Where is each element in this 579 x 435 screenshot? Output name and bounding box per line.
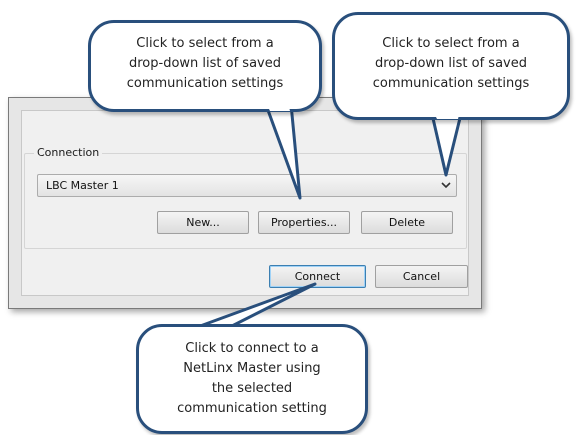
callout-line: drop-down list of saved	[129, 56, 281, 71]
connect-button[interactable]: Connect	[269, 265, 366, 288]
callout-line: NetLinx Master using	[183, 361, 321, 376]
properties-button[interactable]: Properties...	[258, 211, 350, 234]
chevron-down-icon	[441, 182, 451, 189]
callout-line: drop-down list of saved	[375, 56, 527, 71]
callout-line: Click to select from a	[382, 36, 520, 51]
connection-group-label: Connection	[34, 146, 103, 159]
callout-line: communication settings	[126, 76, 284, 91]
connection-dropdown[interactable]: LBC Master 1	[37, 174, 457, 197]
connection-dropdown-value: LBC Master 1	[46, 179, 119, 192]
callout-line: Click to connect to a	[185, 341, 319, 356]
right-callout: Click to select from a drop-down list of…	[332, 12, 570, 120]
callout-line: communication setting	[177, 401, 327, 416]
cancel-button[interactable]: Cancel	[375, 265, 468, 288]
callout-line: Click to select from a	[136, 36, 274, 51]
connection-groupbox	[24, 153, 467, 249]
bottom-callout: Click to connect to a NetLinx Master usi…	[136, 324, 368, 434]
delete-button[interactable]: Delete	[361, 211, 453, 234]
left-callout: Click to select from a drop-down list of…	[88, 20, 322, 112]
screenshot-stage: Connection LBC Master 1 New... Propertie…	[0, 0, 579, 435]
callout-line: communication settings	[372, 76, 530, 91]
new-button[interactable]: New...	[157, 211, 249, 234]
callout-line: the selected	[211, 381, 293, 396]
